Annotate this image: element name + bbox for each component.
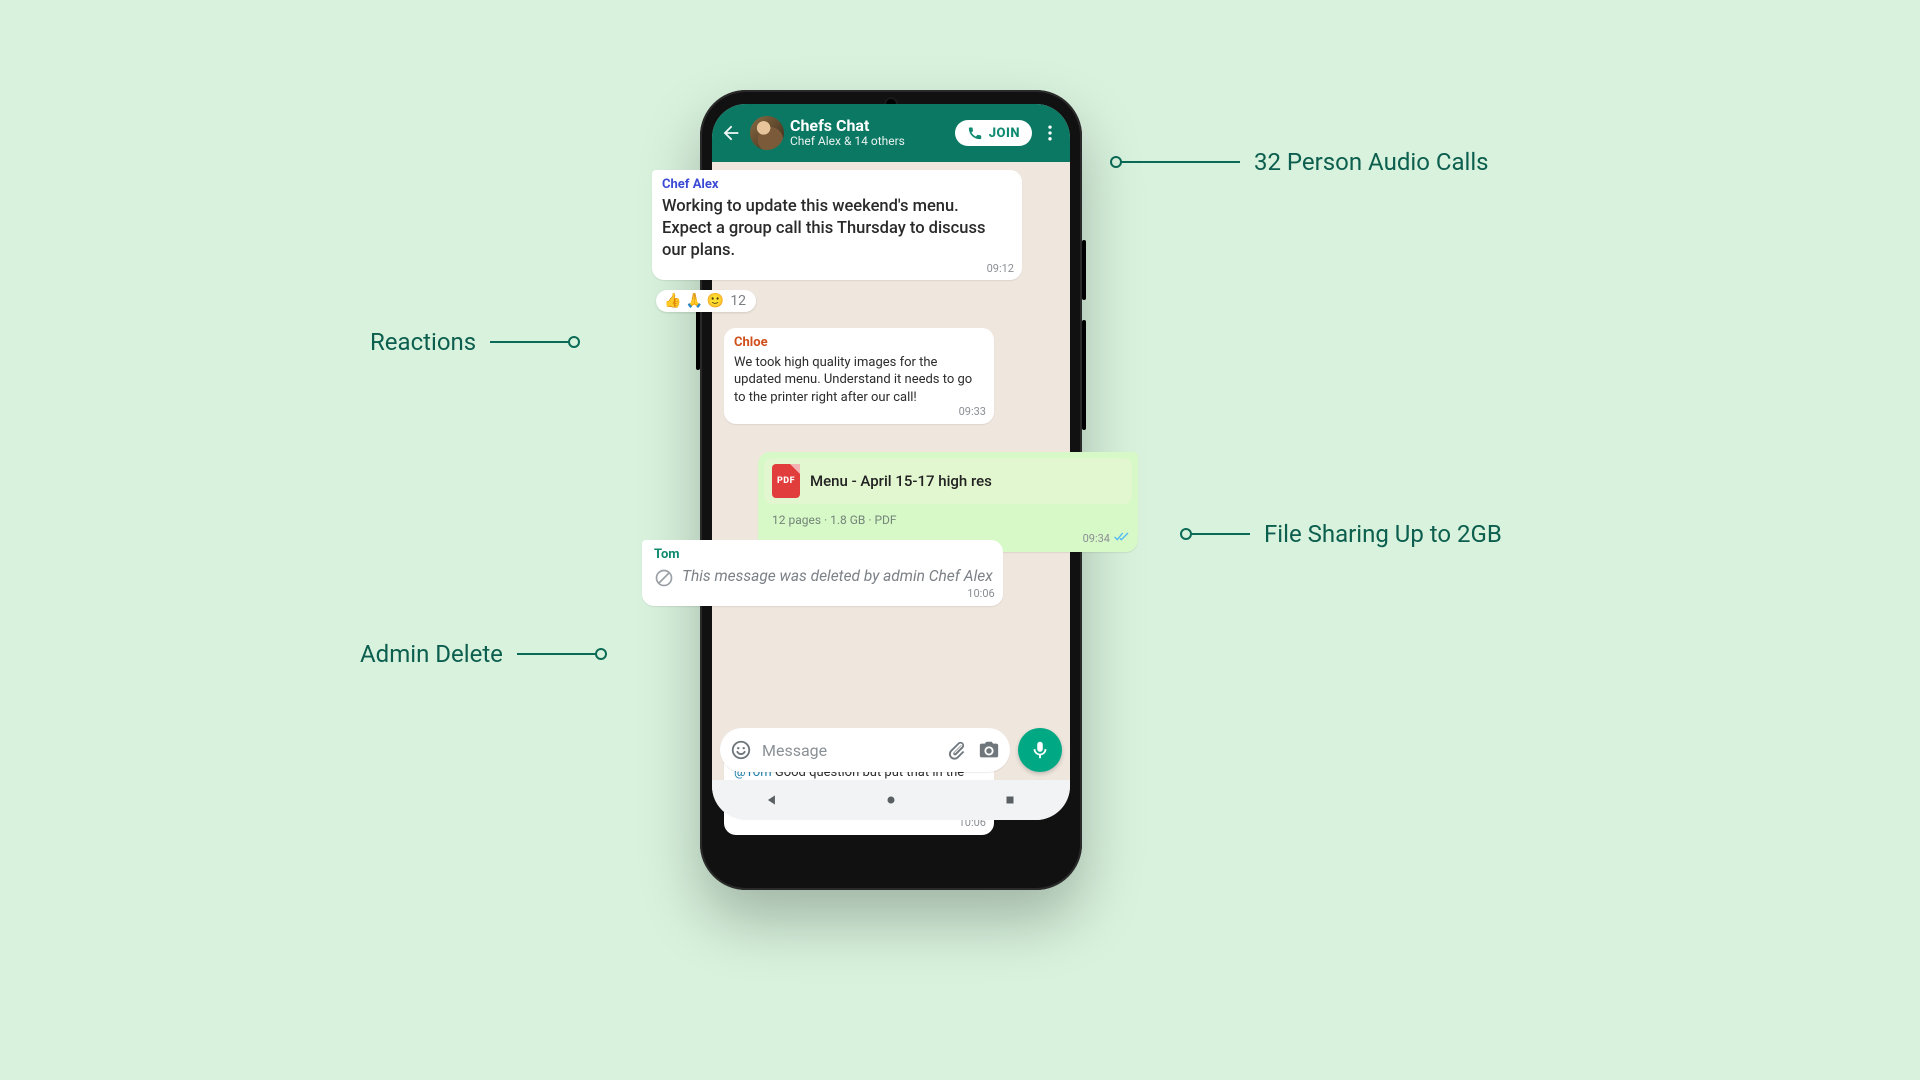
reaction-emoji: 🙂 [707, 293, 724, 309]
chat-body[interactable]: Chef Alex Working to update this weekend… [712, 162, 1070, 720]
kebab-menu-icon [1040, 123, 1060, 143]
emoji-icon[interactable] [730, 739, 752, 761]
phone-frame: Chefs Chat Chef Alex & 14 others JOIN Ch… [700, 90, 1082, 890]
join-label: JOIN [989, 126, 1020, 141]
mic-button[interactable] [1018, 728, 1062, 772]
deleted-text: This message was deleted by admin Chef A… [682, 566, 993, 587]
annotation-label: File Sharing Up to 2GB [1264, 520, 1502, 548]
annotation-audio-calls: 32 Person Audio Calls [1120, 148, 1489, 176]
deleted-message: This message was deleted by admin Chef A… [654, 566, 993, 588]
phone-side-button [1082, 320, 1086, 430]
message-text: We took high quality images for the upda… [734, 354, 984, 407]
back-button[interactable] [718, 120, 744, 146]
file-name: Menu - April 15-17 high res [810, 471, 992, 491]
file-attachment[interactable]: PDF Menu - April 15-17 high res [764, 458, 1132, 504]
leader-line [517, 653, 597, 655]
mic-icon [1029, 739, 1051, 761]
annotation-reactions: Reactions [370, 328, 570, 356]
reaction-emoji: 🙏 [685, 293, 702, 309]
chat-title: Chefs Chat [790, 118, 949, 135]
pdf-icon: PDF [772, 464, 800, 498]
message-placeholder: Message [762, 741, 936, 760]
message-row: Chloe We took high quality images for th… [724, 328, 1058, 424]
message-row: PDF Menu - April 15-17 high res 12 pages… [758, 452, 1138, 552]
annotation-admin-delete: Admin Delete [360, 640, 597, 668]
message-sender: Chloe [734, 334, 984, 352]
nav-back-icon[interactable] [765, 793, 779, 807]
message-time-text: 09:34 [1083, 532, 1110, 547]
annotation-file-sharing: File Sharing Up to 2GB [1190, 520, 1502, 548]
file-message-bubble[interactable]: PDF Menu - April 15-17 high res 12 pages… [758, 452, 1138, 552]
back-arrow-icon [720, 122, 742, 144]
join-call-button[interactable]: JOIN [955, 120, 1032, 146]
annotation-label: 32 Person Audio Calls [1254, 148, 1489, 176]
message-sender: Chef Alex [662, 176, 1012, 194]
reactions-pill[interactable]: 👍 🙏 🙂 12 [656, 290, 756, 312]
chat-subtitle: Chef Alex & 14 others [790, 135, 949, 148]
message-sender: Tom [654, 546, 993, 564]
screen: Chefs Chat Chef Alex & 14 others JOIN Ch… [712, 104, 1070, 820]
more-options-button[interactable] [1038, 123, 1062, 143]
file-meta: 12 pages · 1.8 GB · PDF [768, 512, 1128, 528]
group-avatar[interactable] [750, 116, 784, 150]
message-row: Chef Alex Working to update this weekend… [652, 170, 1032, 280]
deleted-message-bubble[interactable]: Tom This message was deleted by admin Ch… [642, 540, 1003, 606]
phone-icon [967, 125, 983, 141]
leader-line [490, 341, 570, 343]
message-bubble[interactable]: Chef Alex Working to update this weekend… [652, 170, 1022, 280]
message-time: 09:33 [959, 405, 986, 420]
message-time: 09:12 [987, 262, 1014, 277]
phone-side-button [1082, 240, 1086, 300]
chat-header: Chefs Chat Chef Alex & 14 others JOIN [712, 104, 1070, 162]
message-input[interactable]: Message [720, 728, 1010, 772]
message-bubble[interactable]: Chloe We took high quality images for th… [724, 328, 994, 424]
attachment-icon[interactable] [946, 739, 968, 761]
message-text: Working to update this weekend's menu. E… [662, 196, 1012, 263]
nav-recents-icon[interactable] [1003, 793, 1017, 807]
android-nav-bar [712, 780, 1070, 820]
camera-icon[interactable] [978, 739, 1000, 761]
message-time: 09:34 [1083, 531, 1130, 548]
reaction-emoji: 👍 [664, 293, 681, 309]
leader-line [1190, 533, 1250, 535]
reaction-count: 12 [730, 293, 746, 309]
message-time: 10:06 [967, 587, 994, 602]
leader-line [1120, 161, 1240, 163]
annotation-label: Admin Delete [360, 640, 503, 668]
read-receipt-icon [1114, 531, 1130, 548]
nav-home-icon[interactable] [884, 793, 898, 807]
chat-title-block[interactable]: Chefs Chat Chef Alex & 14 others [790, 118, 949, 147]
message-input-bar: Message [720, 726, 1062, 774]
annotation-label: Reactions [370, 328, 476, 356]
pdf-badge-label: PDF [777, 475, 795, 487]
message-row: Tom This message was deleted by admin Ch… [642, 540, 1062, 606]
blocked-icon [654, 568, 674, 588]
